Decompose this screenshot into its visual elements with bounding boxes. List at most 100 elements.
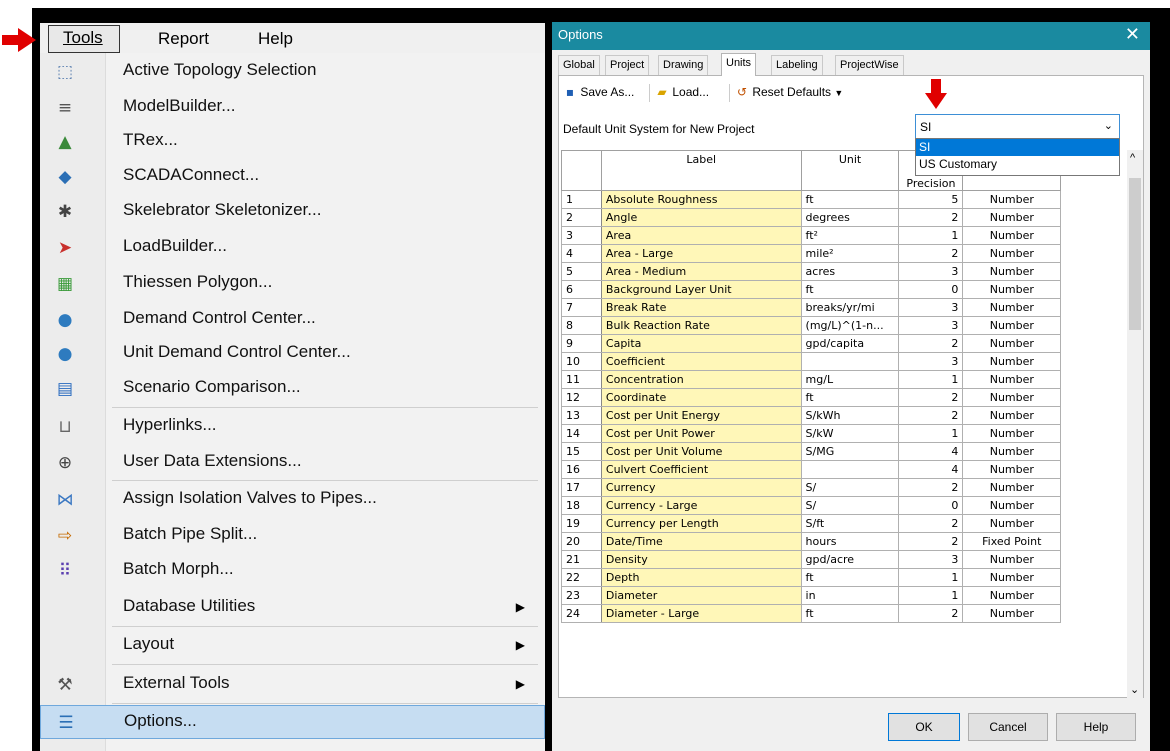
label-cell[interactable]: Coefficient — [600, 352, 802, 371]
label-cell[interactable]: Cost per Unit Energy — [600, 406, 802, 425]
table-row[interactable]: 1 Absolute Roughness ft 5 Number — [561, 190, 1123, 209]
menu-item-batch-morph[interactable]: ⠿ Batch Morph... — [40, 554, 545, 588]
cancel-button[interactable]: Cancel — [968, 713, 1048, 741]
precision-cell[interactable]: 3 — [898, 298, 964, 317]
precision-cell[interactable]: 1 — [898, 586, 964, 605]
precision-cell[interactable]: 4 — [898, 460, 964, 479]
unit-cell[interactable]: ft — [800, 190, 900, 209]
table-row[interactable]: 3 Area ft² 1 Number — [561, 226, 1123, 245]
unit-cell[interactable]: ft — [800, 568, 900, 587]
precision-cell[interactable]: 2 — [898, 388, 964, 407]
format-cell[interactable]: Number — [962, 352, 1062, 371]
menu-item-active-topology-selection[interactable]: ⬚ Active Topology Selection — [40, 55, 545, 89]
format-cell[interactable]: Number — [962, 370, 1062, 389]
label-cell[interactable]: Currency — [600, 478, 802, 497]
precision-cell[interactable]: 3 — [898, 550, 964, 569]
label-cell[interactable]: Absolute Roughness — [600, 190, 802, 209]
unit-cell[interactable]: S/kWh — [800, 406, 900, 425]
precision-cell[interactable]: 0 — [898, 280, 964, 299]
format-cell[interactable]: Number — [962, 550, 1062, 569]
unit-cell[interactable] — [800, 460, 900, 479]
format-cell[interactable]: Number — [962, 514, 1062, 533]
unit-cell[interactable]: S/MG — [800, 442, 900, 461]
menu-help[interactable]: Help — [258, 28, 293, 52]
menu-item-skelebrator-skeletonizer[interactable]: ✱ Skelebrator Skeletonizer... — [40, 195, 545, 229]
table-row[interactable]: 7 Break Rate breaks/yr/mi 3 Number — [561, 298, 1123, 317]
scroll-up-icon[interactable]: ^ — [1130, 152, 1135, 164]
label-cell[interactable]: Cost per Unit Volume — [600, 442, 802, 461]
grid-scrollbar[interactable]: ^ ⌄ — [1127, 150, 1143, 698]
table-row[interactable]: 21 Density gpd/acre 3 Number — [561, 550, 1123, 569]
label-cell[interactable]: Angle — [600, 208, 802, 227]
table-row[interactable]: 22 Depth ft 1 Number — [561, 568, 1123, 587]
label-cell[interactable]: Area - Medium — [600, 262, 802, 281]
unit-cell[interactable]: S/ — [800, 478, 900, 497]
menu-item-unit-demand-control-center[interactable]: ● Unit Demand Control Center... — [40, 337, 545, 371]
precision-cell[interactable]: 1 — [898, 568, 964, 587]
unit-cell[interactable]: S/ft — [800, 514, 900, 533]
unit-cell[interactable]: hours — [800, 532, 900, 551]
ok-button[interactable]: OK — [888, 713, 960, 741]
table-row[interactable]: 14 Cost per Unit Power S/kW 1 Number — [561, 424, 1123, 443]
label-cell[interactable]: Background Layer Unit — [600, 280, 802, 299]
tab-drawing[interactable]: Drawing — [658, 55, 709, 75]
format-cell[interactable]: Number — [962, 424, 1062, 443]
label-cell[interactable]: Depth — [600, 568, 802, 587]
table-row[interactable]: 15 Cost per Unit Volume S/MG 4 Number — [561, 442, 1123, 461]
menu-item-trex[interactable]: ▲ TRex... — [40, 125, 545, 159]
menu-item-external-tools[interactable]: ⚒ External Tools ▶ — [40, 668, 545, 702]
table-row[interactable]: 6 Background Layer Unit ft 0 Number — [561, 280, 1123, 299]
table-row[interactable]: 11 Concentration mg/L 1 Number — [561, 370, 1123, 389]
format-cell[interactable]: Number — [962, 190, 1062, 209]
precision-cell[interactable]: 3 — [898, 352, 964, 371]
table-row[interactable]: 18 Currency - Large S/0 Number — [561, 496, 1123, 515]
format-cell[interactable]: Number — [962, 244, 1062, 263]
unit-cell[interactable]: ft — [800, 280, 900, 299]
label-cell[interactable]: Cost per Unit Power — [600, 424, 802, 443]
close-icon[interactable]: ✕ — [1125, 24, 1140, 45]
menu-item-user-data-extensions[interactable]: ⊕ User Data Extensions... — [40, 446, 545, 480]
label-cell[interactable]: Diameter - Large — [600, 604, 802, 623]
menu-report[interactable]: Report — [158, 28, 209, 52]
label-cell[interactable]: Break Rate — [600, 298, 802, 317]
tab-projectwise[interactable]: ProjectWise — [835, 55, 904, 75]
precision-cell[interactable]: 3 — [898, 262, 964, 281]
precision-cell[interactable]: 3 — [898, 316, 964, 335]
menu-item-options[interactable]: ☰ Options... — [40, 705, 545, 739]
format-cell[interactable]: Number — [962, 478, 1062, 497]
menu-item-assign-isolation-valves-to-pipes[interactable]: ⋈ Assign Isolation Valves to Pipes... — [40, 483, 545, 517]
format-cell[interactable]: Number — [962, 208, 1062, 227]
tab-labeling[interactable]: Labeling — [771, 55, 823, 75]
menu-item-thiessen-polygon[interactable]: ▦ Thiessen Polygon... — [40, 267, 545, 301]
scroll-down-icon[interactable]: ⌄ — [1130, 683, 1139, 696]
option-us-customary[interactable]: US Customary — [916, 156, 1119, 173]
unit-cell[interactable]: degrees — [800, 208, 900, 227]
unit-cell[interactable]: ft — [800, 604, 900, 623]
label-cell[interactable]: Area - Large — [600, 244, 802, 263]
unit-column-header[interactable]: Unit — [800, 150, 900, 191]
format-cell[interactable]: Number — [962, 334, 1062, 353]
format-cell[interactable]: Number — [962, 406, 1062, 425]
table-row[interactable]: 24 Diameter - Large ft 2 Number — [561, 604, 1123, 623]
table-row[interactable]: 8 Bulk Reaction Rate (mg/L)^(1-n... 3 Number — [561, 316, 1123, 335]
unit-cell[interactable]: ft² — [800, 226, 900, 245]
format-cell[interactable]: Number — [962, 496, 1062, 515]
menu-item-modelbuilder[interactable]: ≡ ModelBuilder... — [40, 91, 545, 125]
label-cell[interactable]: Area — [600, 226, 802, 245]
precision-cell[interactable]: 2 — [898, 406, 964, 425]
table-row[interactable]: 2 Angle degrees 2 Number — [561, 208, 1123, 227]
label-cell[interactable]: Bulk Reaction Rate — [600, 316, 802, 335]
precision-cell[interactable]: 4 — [898, 442, 964, 461]
table-row[interactable]: 19 Currency per Length S/ft 2 Number — [561, 514, 1123, 533]
precision-cell[interactable]: 2 — [898, 478, 964, 497]
unit-cell[interactable]: gpd/acre — [800, 550, 900, 569]
precision-cell[interactable]: 2 — [898, 604, 964, 623]
menu-tools[interactable]: Tools — [48, 25, 120, 53]
precision-cell[interactable]: 2 — [898, 208, 964, 227]
label-cell[interactable]: Culvert Coefficient — [600, 460, 802, 479]
unit-cell[interactable]: gpd/capita — [800, 334, 900, 353]
menu-item-loadbuilder[interactable]: ➤ LoadBuilder... — [40, 231, 545, 265]
precision-cell[interactable]: 1 — [898, 370, 964, 389]
menu-item-scenario-comparison[interactable]: ▤ Scenario Comparison... — [40, 372, 545, 406]
menu-item-layout[interactable]: Layout ▶ — [40, 629, 545, 663]
